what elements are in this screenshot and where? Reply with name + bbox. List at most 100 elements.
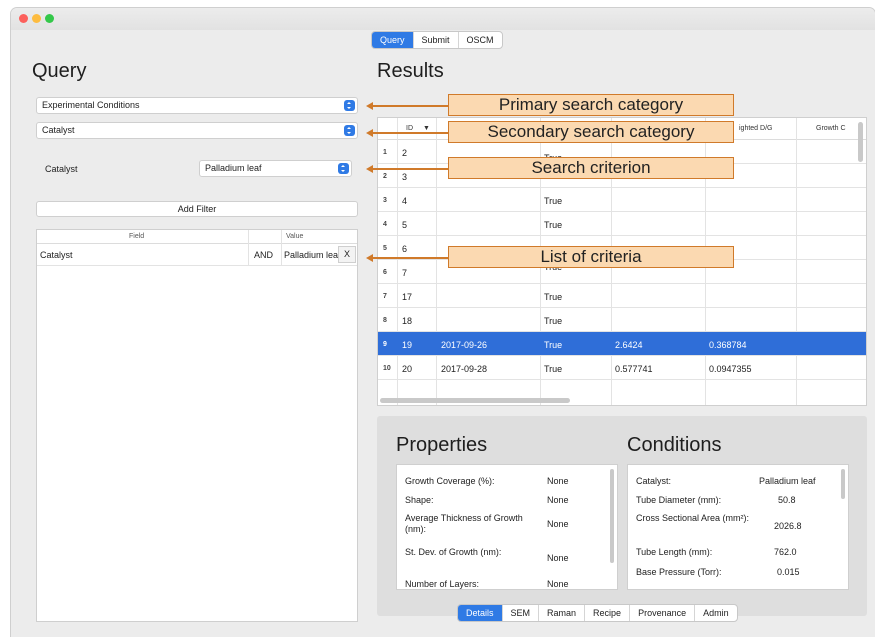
tab-details[interactable]: Details <box>458 605 503 621</box>
primary-category-select[interactable]: Experimental Conditions <box>36 97 358 114</box>
cell-id: 19 <box>402 340 413 350</box>
properties-scrollbar[interactable] <box>610 469 614 563</box>
results-title: Results <box>377 60 444 82</box>
conditions-list: Catalyst: Palladium leaf Tube Diameter (… <box>627 464 849 590</box>
cell-value-2: 0.0947355 <box>709 364 752 374</box>
properties-title: Properties <box>396 434 488 456</box>
row-number: 2 <box>383 173 387 180</box>
title-bar <box>11 8 875 30</box>
cell-id: 17 <box>402 292 413 302</box>
property-value: None <box>547 579 569 589</box>
select-stepper-icon <box>338 163 349 174</box>
vertical-scrollbar[interactable] <box>858 122 863 162</box>
condition-value: Palladium leaf <box>759 476 816 486</box>
primary-category-value: Experimental Conditions <box>42 100 140 110</box>
table-row-selected[interactable]: 9 19 2017-09-26 True 2.6424 0.368784 <box>378 332 866 356</box>
tab-query[interactable]: Query <box>372 32 414 48</box>
detail-tab-bar: Details SEM Raman Recipe Provenance Admi… <box>457 604 738 622</box>
cell-date: 2017-09-28 <box>441 364 488 374</box>
property-value: None <box>547 476 569 486</box>
tab-admin[interactable]: Admin <box>695 605 737 621</box>
condition-key: Catalyst: <box>636 476 672 486</box>
property-key: Number of Layers: <box>405 579 480 589</box>
tab-recipe[interactable]: Recipe <box>585 605 631 621</box>
criteria-operator: AND <box>254 250 274 260</box>
criteria-value: Palladium leaf <box>284 250 341 260</box>
table-row[interactable]: 3 4 True <box>378 188 866 212</box>
top-tab-bar: Query Submit OSCM <box>371 31 503 49</box>
cell-value-1: 2.6424 <box>615 340 643 350</box>
table-row[interactable]: 8 18 True <box>378 308 866 332</box>
cell-id: 3 <box>402 172 408 182</box>
condition-key: Tube Length (mm): <box>636 547 713 557</box>
criteria-table: Field Value Catalyst AND Palladium leaf … <box>36 229 358 622</box>
callout-line <box>372 105 448 107</box>
criteria-row[interactable]: Catalyst AND Palladium leaf X <box>37 244 357 266</box>
table-row[interactable]: 7 17 True <box>378 284 866 308</box>
horizontal-scrollbar[interactable] <box>380 398 570 403</box>
remove-criterion-button[interactable]: X <box>338 246 356 263</box>
cell-id: 5 <box>402 220 408 230</box>
callout-secondary-category: Secondary search category <box>448 121 734 143</box>
close-window-button[interactable] <box>19 14 28 23</box>
callout-line <box>372 257 448 259</box>
zoom-window-button[interactable] <box>45 14 54 23</box>
table-row[interactable]: 10 20 2017-09-28 True 0.577741 0.0947355 <box>378 356 866 380</box>
app-window: Query Submit OSCM Query Experimental Con… <box>11 8 875 637</box>
row-number: 1 <box>383 149 387 156</box>
row-number: 3 <box>383 197 387 204</box>
callout-search-criterion: Search criterion <box>448 157 734 179</box>
column-header-id[interactable]: ID <box>406 125 413 132</box>
details-panel: Properties Conditions Growth Coverage (%… <box>377 416 867 616</box>
conditions-scrollbar[interactable] <box>841 469 845 499</box>
sort-descending-icon: ▼ <box>423 125 430 132</box>
column-header-field[interactable]: Field <box>129 233 144 240</box>
cell-id: 6 <box>402 244 408 254</box>
condition-key: Cross Sectional Area (mm²): <box>636 513 750 523</box>
condition-key: Tube Diameter (mm): <box>636 495 722 505</box>
property-key: Average Thickness of Growth (nm): <box>405 513 523 534</box>
criteria-table-header: Field Value <box>37 230 357 244</box>
property-value: None <box>547 553 569 563</box>
cell-id: 4 <box>402 196 408 206</box>
callout-line <box>372 132 448 134</box>
properties-list: Growth Coverage (%): None Shape: None Av… <box>396 464 618 590</box>
column-header-weighted-dg[interactable]: ighted D/G <box>739 125 772 132</box>
column-header-growth-coverage[interactable]: Growth C <box>816 125 846 132</box>
callout-primary-category: Primary search category <box>448 94 734 116</box>
row-number: 9 <box>383 341 387 348</box>
row-number: 5 <box>383 245 387 252</box>
add-filter-button[interactable]: Add Filter <box>36 201 358 217</box>
tab-oscm[interactable]: OSCM <box>459 32 502 48</box>
callout-line <box>372 168 448 170</box>
select-stepper-icon <box>344 125 355 136</box>
tab-raman[interactable]: Raman <box>539 605 586 621</box>
property-value: None <box>547 519 569 529</box>
tab-sem[interactable]: SEM <box>503 605 540 621</box>
cell-id: 20 <box>402 364 413 374</box>
condition-value: 2026.8 <box>774 521 802 531</box>
cell-flag: True <box>544 292 563 302</box>
table-row[interactable]: 4 5 True <box>378 212 866 236</box>
condition-value: 762.0 <box>774 547 797 557</box>
secondary-category-value: Catalyst <box>42 125 75 135</box>
secondary-category-select[interactable]: Catalyst <box>36 122 358 139</box>
callout-list-of-criteria: List of criteria <box>448 246 734 268</box>
criteria-field: Catalyst <box>40 250 73 260</box>
cell-flag: True <box>544 340 563 350</box>
query-title: Query <box>32 60 87 82</box>
cell-id: 2 <box>402 148 408 158</box>
cell-value-2: 0.368784 <box>709 340 747 350</box>
criterion-label: Catalyst <box>45 164 78 174</box>
cell-flag: True <box>544 316 563 326</box>
column-header-value[interactable]: Value <box>286 233 303 240</box>
minimize-window-button[interactable] <box>32 14 41 23</box>
cell-id: 18 <box>402 316 413 326</box>
cell-flag: True <box>544 196 563 206</box>
tab-provenance[interactable]: Provenance <box>630 605 696 621</box>
criterion-select[interactable]: Palladium leaf <box>199 160 352 177</box>
cell-flag: True <box>544 220 563 230</box>
property-value: None <box>547 495 569 505</box>
cell-flag: True <box>544 364 563 374</box>
tab-submit[interactable]: Submit <box>414 32 459 48</box>
